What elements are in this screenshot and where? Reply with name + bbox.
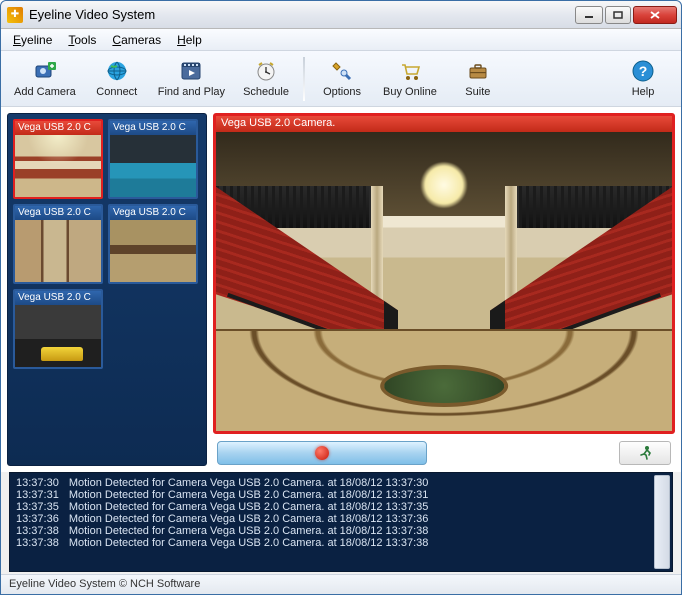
log-time: 13:37:38 [16, 537, 69, 549]
briefcase-icon [466, 59, 490, 83]
toolbar-label: Help [632, 86, 655, 98]
toolbar-separator [303, 57, 305, 101]
toolbar-label: Find and Play [158, 86, 225, 98]
log-row: 13:37:31Motion Detected for Camera Vega … [16, 489, 438, 501]
window-title: Eyeline Video System [29, 7, 573, 22]
globe-icon [105, 59, 129, 83]
thumbnail-label: Vega USB 2.0 C [15, 206, 101, 220]
add-camera-icon [33, 59, 57, 83]
camera-thumbnail[interactable]: Vega USB 2.0 C [108, 204, 198, 284]
status-text: Eyeline Video System © NCH Software [9, 578, 200, 590]
suite-button[interactable]: Suite [446, 53, 510, 105]
log-row: 13:37:36Motion Detected for Camera Vega … [16, 513, 438, 525]
clock-icon [254, 59, 278, 83]
log-time: 13:37:36 [16, 513, 69, 525]
camera-thumbnails-pane: Vega USB 2.0 C Vega USB 2.0 C Vega USB 2.0… [7, 113, 207, 466]
svg-text:?: ? [639, 63, 648, 79]
log-scrollbar[interactable] [654, 475, 670, 569]
menu-tools[interactable]: Tools [60, 31, 104, 49]
preview-pane: Vega USB 2.0 Camera. [213, 113, 675, 466]
cart-icon [398, 59, 422, 83]
log-row: 13:37:30Motion Detected for Camera Vega … [16, 477, 438, 489]
buy-online-button[interactable]: Buy Online [376, 53, 444, 105]
toolbar-label: Suite [465, 86, 490, 98]
motion-run-button[interactable] [619, 441, 671, 465]
thumbnail-image [15, 135, 101, 197]
menu-cameras[interactable]: Cameras [104, 31, 169, 49]
help-icon: ? [631, 59, 655, 83]
thumbnail-image [15, 305, 101, 367]
log-time: 13:37:35 [16, 501, 69, 513]
thumbnail-label: Vega USB 2.0 C [15, 121, 101, 135]
help-button[interactable]: ? Help [611, 53, 675, 105]
log-row: 13:37:38Motion Detected for Camera Vega … [16, 537, 438, 549]
thumbnail-image [110, 220, 196, 282]
log-message: Motion Detected for Camera Vega USB 2.0 … [69, 513, 439, 525]
log-message: Motion Detected for Camera Vega USB 2.0 … [69, 489, 439, 501]
toolbar-label: Connect [96, 86, 137, 98]
thumbnail-label: Vega USB 2.0 C [110, 121, 196, 135]
record-button[interactable] [217, 441, 427, 465]
log-pane[interactable]: 13:37:30Motion Detected for Camera Vega … [9, 472, 673, 572]
preview-video[interactable] [216, 132, 672, 431]
content-area: Vega USB 2.0 C Vega USB 2.0 C Vega USB 2.0… [1, 107, 681, 472]
thumbnail-image [110, 135, 196, 197]
find-play-button[interactable]: Find and Play [151, 53, 232, 105]
camera-thumbnail[interactable]: Vega USB 2.0 C [108, 119, 198, 199]
titlebar: ✚ Eyeline Video System [1, 1, 681, 29]
statusbar: Eyeline Video System © NCH Software [1, 574, 681, 594]
preview-box: Vega USB 2.0 Camera. [213, 113, 675, 434]
film-play-icon [179, 59, 203, 83]
preview-title: Vega USB 2.0 Camera. [216, 116, 672, 132]
toolbar-label: Buy Online [383, 86, 437, 98]
log-time: 13:37:31 [16, 489, 69, 501]
thumbnail-label: Vega USB 2.0 C [15, 291, 101, 305]
log-message: Motion Detected for Camera Vega USB 2.0 … [69, 537, 439, 549]
tools-icon [330, 59, 354, 83]
log-message: Motion Detected for Camera Vega USB 2.0 … [69, 525, 439, 537]
schedule-button[interactable]: Schedule [234, 53, 298, 105]
minimize-icon [584, 11, 594, 19]
log-table: 13:37:30Motion Detected for Camera Vega … [16, 477, 438, 549]
minimize-button[interactable] [575, 6, 603, 24]
camera-thumbnail[interactable]: Vega USB 2.0 C [13, 204, 103, 284]
connect-button[interactable]: Connect [85, 53, 149, 105]
options-button[interactable]: Options [310, 53, 374, 105]
close-button[interactable] [633, 6, 677, 24]
maximize-icon [613, 11, 623, 19]
add-camera-button[interactable]: Add Camera [7, 53, 83, 105]
preview-scene [216, 132, 672, 431]
preview-controls [213, 440, 675, 466]
log-row: 13:37:38Motion Detected for Camera Vega … [16, 525, 438, 537]
toolbar: Add Camera Connect Find and Play Schedul… [1, 51, 681, 107]
menubar: Eyeline Tools Cameras Help [1, 29, 681, 51]
menu-help[interactable]: Help [169, 31, 210, 49]
toolbar-label: Schedule [243, 86, 289, 98]
app-icon: ✚ [7, 7, 23, 23]
log-time: 13:37:30 [16, 477, 69, 489]
log-message: Motion Detected for Camera Vega USB 2.0 … [69, 477, 439, 489]
app-window: ✚ Eyeline Video System Eyeline Tools Cam… [0, 0, 682, 595]
window-controls [573, 6, 677, 24]
menu-eyeline[interactable]: Eyeline [5, 31, 60, 49]
log-row: 13:37:35Motion Detected for Camera Vega … [16, 501, 438, 513]
thumbnail-image [15, 220, 101, 282]
record-icon [315, 446, 329, 460]
running-person-icon [637, 445, 653, 461]
toolbar-label: Add Camera [14, 86, 76, 98]
maximize-button[interactable] [605, 6, 631, 24]
log-message: Motion Detected for Camera Vega USB 2.0 … [69, 501, 439, 513]
camera-thumbnail[interactable]: Vega USB 2.0 C [13, 289, 103, 369]
toolbar-label: Options [323, 86, 361, 98]
close-icon [649, 10, 661, 20]
thumbnail-label: Vega USB 2.0 C [110, 206, 196, 220]
camera-thumbnail[interactable]: Vega USB 2.0 C [13, 119, 103, 199]
log-time: 13:37:38 [16, 525, 69, 537]
